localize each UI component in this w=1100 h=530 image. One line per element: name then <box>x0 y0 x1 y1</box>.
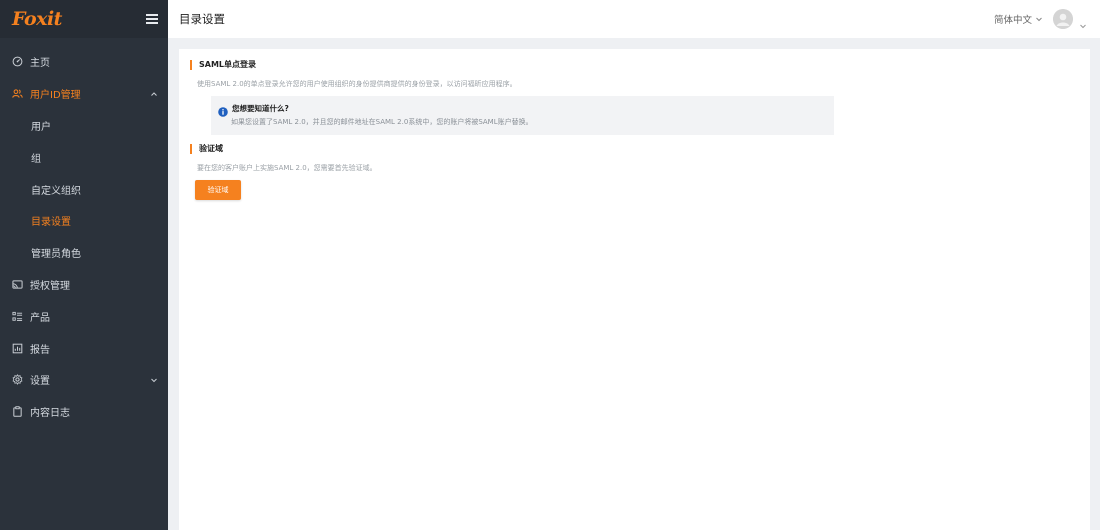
sidebar-item-label: 用户 <box>31 121 51 133</box>
sidebar-item-label: 组 <box>31 153 41 165</box>
sidebar-item-license-management[interactable]: 授权管理 <box>0 269 168 301</box>
chevron-down-icon <box>1036 17 1042 22</box>
menu-toggle-icon[interactable] <box>146 14 158 24</box>
sidebar-item-directory-settings[interactable]: 目录设置 <box>0 205 168 237</box>
sidebar-item-settings[interactable]: 设置 <box>0 364 168 396</box>
saml-section-title: SAML单点登录 <box>190 60 256 70</box>
sidebar-item-groups[interactable]: 组 <box>0 141 168 173</box>
chevron-up-icon <box>150 90 158 98</box>
sidebar-item-label: 设置 <box>30 376 50 388</box>
sidebar-item-label: 报告 <box>30 344 50 356</box>
saml-description: 使用SAML 2.0的单点登录允许您的用户使用组织的身份提供商提供的身份登录，以… <box>197 80 517 88</box>
main-content: SAML单点登录 使用SAML 2.0的单点登录允许您的用户使用组织的身份提供商… <box>179 49 1090 530</box>
sidebar-item-label: 内容日志 <box>30 408 70 420</box>
info-title: 您想要知道什么? <box>232 104 289 113</box>
sidebar-item-content-log[interactable]: 内容日志 <box>0 396 168 428</box>
gear-icon <box>12 374 23 386</box>
user-avatar-icon <box>1053 9 1073 29</box>
dashboard-icon <box>12 56 23 67</box>
list-icon <box>12 311 23 322</box>
sidebar-item-label: 产品 <box>30 312 50 324</box>
sidebar-item-label: 管理员角色 <box>31 249 81 261</box>
avatar[interactable] <box>1053 9 1073 29</box>
sidebar-item-home[interactable]: 主页 <box>0 46 168 78</box>
sidebar: Foxit 主页 用户ID管理 用户 组 自定义组织 目录设置 管理员角色 授权… <box>0 0 168 530</box>
info-icon <box>218 102 228 117</box>
sidebar-item-label: 用户ID管理 <box>30 90 81 102</box>
user-menu-chevron-icon[interactable] <box>1079 15 1087 29</box>
report-icon <box>12 343 23 354</box>
language-selector[interactable]: 简体中文 <box>994 12 1043 26</box>
verify-domain-button[interactable]: 验证域 <box>195 180 241 200</box>
sidebar-item-users[interactable]: 用户 <box>0 110 168 142</box>
info-text: 如果您设置了SAML 2.0，并且您的邮件地址在SAML 2.0系统中，您的账户… <box>231 118 533 126</box>
sidebar-item-label: 自定义组织 <box>31 185 81 197</box>
info-box: 您想要知道什么? 如果您设置了SAML 2.0，并且您的邮件地址在SAML 2.… <box>211 96 834 135</box>
clipboard-icon <box>12 406 23 417</box>
sidebar-item-admin-roles[interactable]: 管理员角色 <box>0 237 168 269</box>
language-label: 简体中文 <box>993 15 1032 26</box>
page-title: 目录设置 <box>179 12 225 26</box>
foxit-logo[interactable]: Foxit <box>12 8 62 30</box>
chevron-down-icon <box>150 376 158 384</box>
sidebar-item-products[interactable]: 产品 <box>0 300 168 332</box>
users-icon <box>12 88 23 99</box>
cast-icon <box>12 279 23 290</box>
sidebar-item-custom-org[interactable]: 自定义组织 <box>0 173 168 205</box>
sidebar-item-reports[interactable]: 报告 <box>0 332 168 364</box>
sidebar-nav: 主页 用户ID管理 用户 组 自定义组织 目录设置 管理员角色 授权管理 产品 … <box>0 38 168 428</box>
top-header: 目录设置 简体中文 <box>168 0 1100 38</box>
logo-bar: Foxit <box>0 0 168 38</box>
sidebar-item-label: 主页 <box>30 58 50 70</box>
verify-domain-section-title: 验证域 <box>190 144 223 154</box>
sidebar-item-label: 授权管理 <box>30 280 70 292</box>
sidebar-item-label: 目录设置 <box>31 217 71 229</box>
sidebar-item-user-id-management[interactable]: 用户ID管理 <box>0 78 168 110</box>
verify-domain-description: 要在您的客户账户上实施SAML 2.0，您需要首先验证域。 <box>197 164 377 172</box>
